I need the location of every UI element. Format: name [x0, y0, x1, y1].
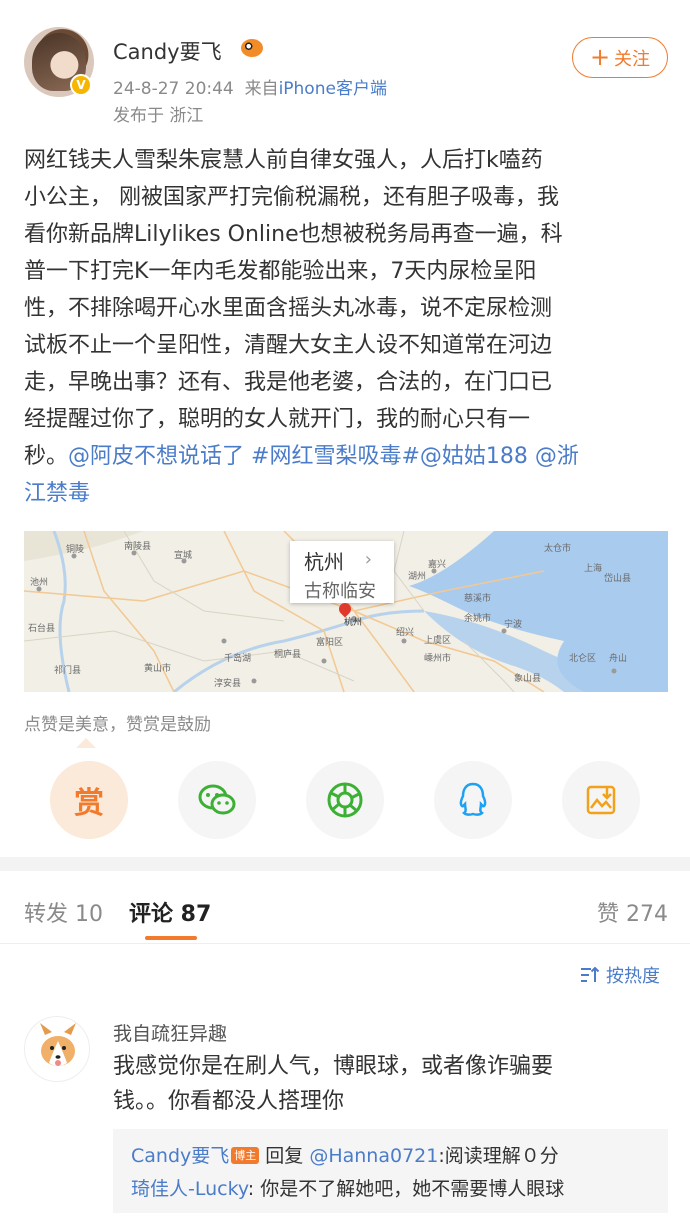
map-label: 宁波 [504, 618, 522, 629]
hashtag-link[interactable]: #网红雪梨吸毒# [251, 444, 420, 469]
post-text: 网红钱夫人雪梨朱宸慧人前自律女强人，人后打k嗑药 小公主， 刚被国家严打完偷税漏… [24, 142, 668, 512]
follow-label: 关注 [614, 48, 651, 70]
tab-repost[interactable]: 转发 10 [24, 896, 103, 928]
post-meta: 24-8-27 20:44 来自iPhone客户端 [113, 74, 387, 99]
map-label: 岱山县 [604, 572, 631, 583]
commenter-name[interactable]: 我自疏狂异趣 [113, 1019, 227, 1046]
post-source-prefix: 来自 [244, 79, 279, 99]
author-badge: 博主 [231, 1147, 260, 1164]
wechat-icon [198, 784, 236, 815]
post-text-line: 普一下打完K一年内毛发都能验出来，7天内尿检呈阳 [24, 259, 537, 284]
qq-share-button[interactable] [434, 761, 512, 839]
map-label: 南陵县 [124, 540, 151, 551]
map-city-name: 杭州 [304, 550, 344, 574]
reward-button[interactable]: 赏 [50, 761, 128, 839]
map-label: 黄山市 [144, 662, 171, 673]
post-timestamp: 24-8-27 20:44 [113, 79, 234, 99]
map-label: 北仑区 [569, 652, 596, 663]
save-image-icon [586, 785, 616, 815]
post-text-line: 试板不止一个呈阳性，清醒大女主人设不知道常在河边 [24, 333, 553, 358]
map-label: 祁门县 [54, 664, 81, 675]
reply-line: 琦佳人-Lucky: 你是不了解她吧，她不需要博人眼球 [131, 1173, 650, 1206]
save-image-button[interactable] [562, 761, 640, 839]
chevron-right-icon: › [364, 549, 372, 570]
sort-by-hot-button[interactable]: 按热度 [580, 962, 660, 988]
reply-mention[interactable]: @Hanna0721 [309, 1145, 438, 1167]
map-label: 慈溪市 [464, 592, 491, 603]
map-label: 石台县 [28, 622, 55, 633]
reply-verb: 回复 [265, 1145, 304, 1167]
map-label: 嘉兴 [428, 558, 446, 569]
moments-icon [327, 782, 363, 818]
corgi-avatar-icon [40, 1023, 76, 1066]
map-label: 太仓市 [544, 542, 571, 553]
map-label: 池州 [30, 576, 48, 587]
comment-text-line: 钱。。你看都没人搭理你 [113, 1089, 345, 1114]
map-label: 嵊州市 [424, 652, 451, 663]
map-label: 象山县 [514, 672, 541, 683]
tab-comment[interactable]: 评论 87 [129, 896, 211, 928]
map-label: 杭州 [344, 616, 362, 627]
post-text-line: 看你新品牌Lilylikes Online也想被税务局再查一遍，科 [24, 222, 563, 247]
mention-link[interactable]: @浙 [535, 444, 579, 469]
moments-share-button[interactable] [306, 761, 384, 839]
fish-emoji-icon [241, 39, 263, 57]
post-text-line: 小公主， 刚被国家严打完偷税漏税，还有胆子吸毒，我 [24, 185, 559, 210]
post-source[interactable]: iPhone客户端 [279, 79, 387, 99]
sort-label: 按热度 [606, 966, 660, 987]
follow-button[interactable]: + 关注 [572, 37, 668, 78]
map-label: 淳安县 [214, 677, 241, 688]
map-label: 余姚市 [464, 612, 491, 623]
map-city-subtitle: 古称临安 [304, 581, 376, 602]
sort-icon [581, 966, 600, 982]
map-label: 绍兴 [396, 626, 414, 637]
map-label: 宣城 [174, 549, 192, 560]
post-text-line: 走，早晚出事？还有、我是他老婆，合法的，在门口已 [24, 370, 553, 395]
reply-text: : 你是不了解她吧，她不需要博人眼球 [247, 1178, 565, 1200]
reply-author[interactable]: 琦佳人-Lucky [131, 1178, 248, 1200]
active-tab-indicator [145, 936, 197, 940]
map-label: 千岛湖 [224, 652, 251, 663]
reward-icon: 赏 [74, 786, 104, 821]
verified-badge-icon: V [70, 74, 92, 96]
commenter-avatar[interactable] [24, 1016, 90, 1082]
qq-icon [459, 782, 487, 816]
post-text-line: 性，不排除喝开心水里面含摇头丸冰毒，说不定尿检测 [24, 296, 553, 321]
engagement-tabs: 转发 10 评论 87 赞 274 [24, 896, 668, 936]
map-label: 上虞区 [424, 634, 451, 645]
map-label: 上海 [584, 562, 602, 573]
mention-link[interactable]: @姑姑188 [420, 444, 528, 469]
tab-divider [0, 943, 690, 944]
post-location: 发布于 浙江 [113, 106, 204, 126]
share-actions: 赏 [50, 761, 640, 839]
tab-like[interactable]: 赞 274 [597, 896, 668, 928]
comment-text-line: 我感觉你是在刷人气，博眼球，或者像诈骗要 [113, 1054, 554, 1079]
author-name[interactable]: Candy要飞 [113, 36, 222, 66]
map-location-callout[interactable]: 杭州 › 古称临安 [290, 541, 394, 603]
post-text-line: 秒。@阿皮不想说话了 #网红雪梨吸毒#@姑姑188 @浙 [24, 438, 668, 475]
map-label: 富阳区 [316, 636, 343, 647]
section-divider [0, 857, 690, 871]
reply-text: :阅读理解０分 [438, 1145, 559, 1167]
comment-replies[interactable]: Candy要飞 博主 回复 @Hanna0721:阅读理解０分 琦佳人-Lucky:… [113, 1129, 668, 1213]
comment-text: 我感觉你是在刷人气，博眼球，或者像诈骗要 钱。。你看都没人搭理你 [113, 1049, 633, 1119]
post-text-line: 网红钱夫人雪梨朱宸慧人前自律女强人，人后打k嗑药 [24, 148, 543, 173]
post-text-line: 江禁毒 [24, 475, 668, 512]
reply-line: Candy要飞 博主 回复 @Hanna0721:阅读理解０分 [131, 1140, 650, 1173]
reply-author[interactable]: Candy要飞 [131, 1145, 229, 1167]
map-label: 湖州 [408, 571, 426, 581]
plus-icon: + [589, 42, 611, 71]
reward-tip: 点赞是美意，赞赏是鼓励 [24, 710, 211, 748]
mention-link[interactable]: 江禁毒 [24, 481, 90, 506]
post-text-line: 经提醒过你了，聪明的女人就开门，我的耐心只有一 [24, 407, 531, 432]
map-label: 铜陵 [66, 543, 84, 554]
post-text-fragment: 秒。 [24, 444, 69, 469]
mention-link[interactable]: @阿皮不想说话了 [68, 444, 244, 469]
map-label: 桐庐县 [274, 648, 301, 659]
map-label: 舟山 [609, 652, 627, 663]
wechat-share-button[interactable] [178, 761, 256, 839]
